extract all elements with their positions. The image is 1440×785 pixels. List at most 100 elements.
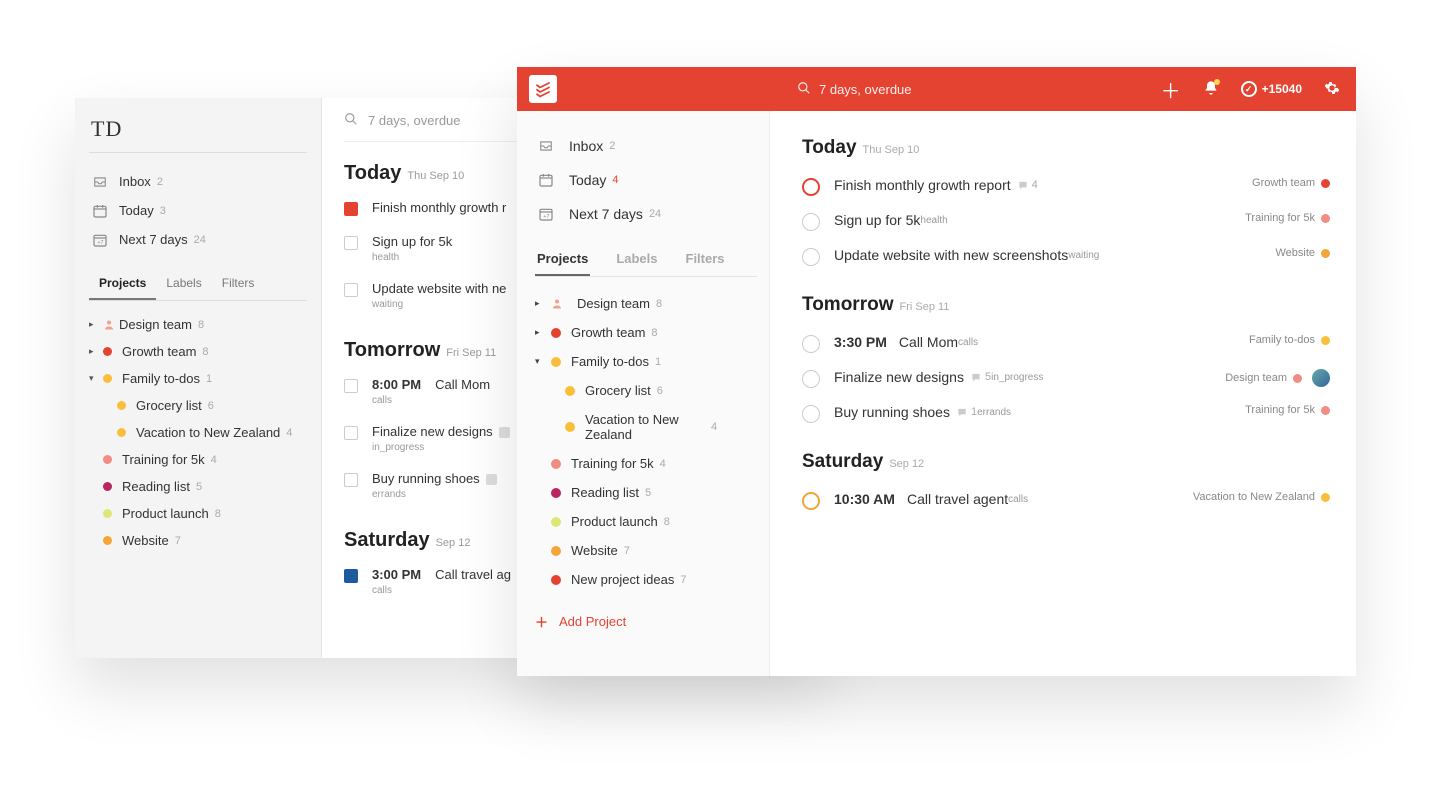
today-icon [537, 172, 557, 188]
old-project-item[interactable]: Reading list5 [89, 473, 307, 500]
plus-icon: ＋ [535, 612, 549, 631]
task-checkbox[interactable] [344, 236, 358, 250]
task-checkbox[interactable] [344, 473, 358, 487]
old-tab-labels[interactable]: Labels [156, 268, 211, 300]
chevron-icon: ▸ [89, 346, 99, 357]
new-task-row[interactable]: Buy running shoes 1 errands Training for… [802, 396, 1330, 431]
settings-icon[interactable] [1324, 80, 1340, 99]
project-color-dot [551, 328, 561, 338]
old-project-list: ▸Design team8 ▸Growth team8 ▾Family to-d… [89, 301, 307, 554]
task-project-label[interactable]: Growth team [1252, 177, 1330, 189]
new-project-item[interactable]: Training for 5k4 [535, 449, 757, 478]
project-color-dot [1321, 406, 1330, 415]
old-project-item[interactable]: ▾Family to-dos1 [89, 365, 307, 392]
chevron-icon: ▸ [535, 327, 547, 338]
project-color-dot [1321, 336, 1330, 345]
old-sidebar: TD Inbox2 Today3 +7 Next 7 days24 Projec… [75, 98, 322, 658]
project-color-dot [1321, 214, 1330, 223]
comment-count[interactable]: 5 [970, 369, 991, 385]
new-task-row[interactable]: Update website with new screenshots wait… [802, 239, 1330, 274]
project-color-dot [103, 347, 112, 356]
new-nav-inbox[interactable]: Inbox2 [535, 129, 757, 163]
karma-score[interactable]: ✓ +15040 [1241, 81, 1302, 97]
inbox-icon [537, 139, 557, 153]
old-project-item[interactable]: Website7 [89, 527, 307, 554]
task-project-label[interactable]: Vacation to New Zealand [1193, 491, 1330, 503]
old-tab-filters[interactable]: Filters [212, 268, 265, 300]
new-tab-projects[interactable]: Projects [535, 243, 590, 276]
old-nav-inbox[interactable]: Inbox2 [89, 167, 307, 196]
new-sidebar: Inbox2 Today4 +7 Next 7 days24 Projects L… [517, 111, 770, 676]
new-project-item[interactable]: New project ideas7 [535, 565, 757, 594]
chevron-icon: ▸ [89, 319, 99, 330]
task-checkbox[interactable] [802, 178, 820, 196]
new-project-item[interactable]: ▸Growth team8 [535, 318, 757, 347]
quick-add-button[interactable]: ＋ [1161, 75, 1181, 104]
old-nav-today[interactable]: Today3 [89, 196, 307, 225]
old-project-item[interactable]: Vacation to New Zealand4 [89, 419, 307, 446]
task-project-label[interactable]: Training for 5k [1245, 404, 1330, 416]
project-color-dot [117, 428, 126, 437]
task-project-label[interactable]: Training for 5k [1245, 212, 1330, 224]
old-project-item[interactable]: Grocery list6 [89, 392, 307, 419]
project-color-dot [551, 517, 561, 527]
comment-count[interactable]: 1 [956, 404, 977, 420]
new-task-row[interactable]: 10:30 AMCall travel agent calls Vacation… [802, 483, 1330, 518]
inbox-icon [91, 175, 109, 189]
old-nav-next-7-days[interactable]: +7 Next 7 days24 [89, 225, 307, 254]
new-task-row[interactable]: Finalize new designs 5 in_progress Desig… [802, 361, 1330, 396]
old-project-item[interactable]: Training for 5k4 [89, 446, 307, 473]
next7-icon: +7 [91, 233, 109, 247]
new-project-item[interactable]: Website7 [535, 536, 757, 565]
project-color-dot [103, 455, 112, 464]
assignee-avatar[interactable] [1312, 369, 1330, 387]
new-task-row[interactable]: Sign up for 5k health Training for 5k [802, 204, 1330, 239]
new-nav-today[interactable]: Today4 [535, 163, 757, 197]
task-project-label[interactable]: Design team [1225, 369, 1330, 387]
task-project-label[interactable]: Family to-dos [1249, 334, 1330, 346]
project-color-dot [1293, 374, 1302, 383]
project-color-dot [103, 482, 112, 491]
topbar-search[interactable]: 7 days, overdue [797, 81, 912, 98]
new-main: TodayThu Sep 10 Finish monthly growth re… [770, 111, 1356, 676]
project-color-dot [1321, 493, 1330, 502]
topbar: 7 days, overdue ＋ ✓ +15040 [517, 67, 1356, 111]
new-task-row[interactable]: Finish monthly growth report 4 Growth te… [802, 169, 1330, 204]
task-checkbox[interactable] [802, 492, 820, 510]
new-section-header: TodayThu Sep 10 [802, 137, 1330, 159]
task-checkbox[interactable] [802, 213, 820, 231]
new-project-item[interactable]: Product launch8 [535, 507, 757, 536]
new-project-item[interactable]: Reading list5 [535, 478, 757, 507]
task-checkbox[interactable] [344, 379, 358, 393]
task-checkbox[interactable] [802, 405, 820, 423]
task-checkbox[interactable] [344, 569, 358, 583]
task-checkbox[interactable] [802, 335, 820, 353]
task-checkbox[interactable] [802, 248, 820, 266]
old-project-item[interactable]: ▸Growth team8 [89, 338, 307, 365]
new-project-item[interactable]: ▸Design team8 [535, 289, 757, 318]
project-color-dot [117, 401, 126, 410]
app-logo[interactable] [529, 75, 557, 103]
project-color-dot [1321, 179, 1330, 188]
new-project-item[interactable]: Vacation to New Zealand4 [535, 405, 757, 449]
new-section-header: SaturdaySep 12 [802, 451, 1330, 473]
new-task-row[interactable]: 3:30 PMCall Mom calls Family to-dos [802, 326, 1330, 361]
old-project-item[interactable]: Product launch8 [89, 500, 307, 527]
old-project-item[interactable]: ▸Design team8 [89, 311, 307, 338]
task-checkbox[interactable] [344, 202, 358, 216]
notifications-icon[interactable] [1203, 80, 1219, 99]
task-checkbox[interactable] [344, 283, 358, 297]
old-tab-projects[interactable]: Projects [89, 268, 156, 300]
add-project-button[interactable]: ＋ Add Project [535, 602, 757, 641]
new-project-item[interactable]: ▾Family to-dos1 [535, 347, 757, 376]
task-checkbox[interactable] [344, 426, 358, 440]
new-nav-next-7-days[interactable]: +7 Next 7 days24 [535, 197, 757, 231]
new-project-item[interactable]: Grocery list6 [535, 376, 757, 405]
task-checkbox[interactable] [802, 370, 820, 388]
comment-count[interactable]: 4 [1017, 177, 1038, 193]
new-tab-labels[interactable]: Labels [614, 243, 659, 276]
new-tabs: Projects Labels Filters [535, 243, 757, 277]
new-tab-filters[interactable]: Filters [684, 243, 727, 276]
task-project-label[interactable]: Website [1275, 247, 1330, 259]
project-color-dot [1321, 249, 1330, 258]
